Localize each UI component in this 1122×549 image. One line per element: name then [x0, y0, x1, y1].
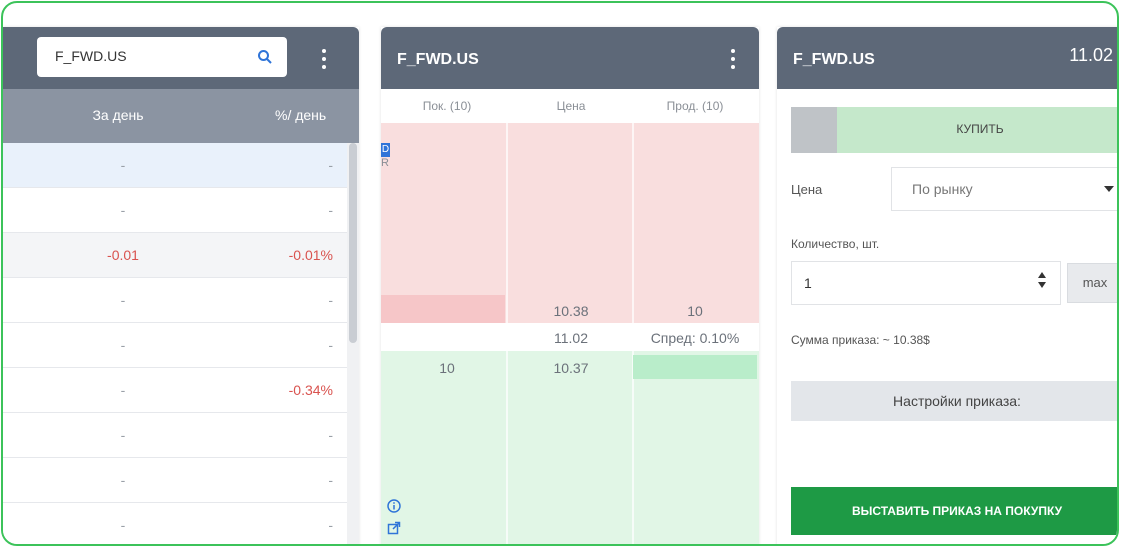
col-sell: Прод. (10) — [666, 99, 724, 113]
spread-text: Спред: 0.10% — [650, 330, 740, 346]
row-pct: - — [328, 337, 333, 353]
table-row[interactable]: - - — [3, 413, 347, 458]
row-change: - — [120, 337, 126, 353]
row-change: - — [120, 517, 126, 533]
table-row[interactable]: - - — [3, 188, 347, 233]
orderbook-menu-icon[interactable] — [731, 49, 735, 69]
orderbook-body: D R 10.38 10 11.02 Спред: 0.10% 10 10.37 — [381, 123, 759, 544]
ask-price[interactable]: 10.38 — [509, 303, 633, 319]
row-change: - — [120, 427, 126, 443]
bid-zone — [381, 351, 759, 544]
orderbook-column-headers: Пок. (10) Цена Прод. (10) — [381, 89, 759, 123]
info-icon[interactable] — [387, 499, 401, 513]
row-change: - — [120, 202, 126, 218]
table-row[interactable]: - -0.34% — [3, 368, 347, 413]
table-row[interactable]: - - — [3, 503, 347, 544]
order-settings-button[interactable]: Настройки приказа: — [791, 381, 1117, 421]
row-change: - — [120, 157, 126, 173]
col-buy: Пок. (10) — [422, 99, 472, 113]
watchlist-menu-icon[interactable] — [322, 49, 326, 69]
table-row[interactable]: - - — [3, 323, 347, 368]
buy-side-label: КУПИТЬ — [956, 122, 1004, 136]
table-row[interactable]: - - — [3, 278, 347, 323]
app-frame: F_FWD.US За день %/ день - - - - -0.01 -… — [1, 1, 1119, 546]
last-price: 11.02 — [1069, 45, 1113, 65]
order-form-panel: F_FWD.US 11.02 КУПИТЬ Цена По рынку Коли… — [777, 27, 1117, 544]
row-pct: - — [328, 157, 333, 173]
row-change: -0.01 — [107, 247, 139, 263]
external-link-icon[interactable] — [387, 521, 401, 535]
chevron-down-icon — [1104, 186, 1114, 192]
marker-r: R — [381, 157, 389, 169]
marker-d: D — [381, 143, 390, 157]
watchlist-scrollbar[interactable] — [347, 143, 359, 544]
watchlist-panel: F_FWD.US За день %/ день - - - - -0.01 -… — [3, 27, 359, 544]
orderbook-panel: F_FWD.US Пок. (10) Цена Прод. (10) D R 1… — [381, 27, 759, 544]
ask-qty[interactable]: 10 — [633, 303, 757, 319]
bid-qty[interactable]: 10 — [385, 360, 509, 376]
row-pct: - — [328, 292, 333, 308]
buy-side-toggle[interactable]: КУПИТЬ — [791, 107, 1117, 153]
ask-volume-bar — [381, 295, 505, 323]
col-day-change[interactable]: За день — [73, 107, 163, 123]
orderbook-header: F_FWD.US — [381, 27, 759, 89]
quantity-stepper[interactable]: 1 — [791, 261, 1061, 305]
bid-price[interactable]: 10.37 — [509, 360, 633, 376]
row-change: - — [120, 472, 126, 488]
sell-side-segment[interactable] — [791, 107, 837, 153]
row-pct: - — [328, 427, 333, 443]
price-label: Цена — [791, 182, 823, 197]
price-type-value: По рынку — [912, 181, 973, 197]
scrollbar-thumb[interactable] — [349, 143, 357, 343]
qty-label: Количество, шт. — [791, 237, 880, 251]
price-type-select[interactable]: По рынку — [891, 167, 1117, 211]
watchlist-column-headers: За день %/ день — [3, 89, 359, 143]
dr-markers: D R — [381, 143, 390, 169]
watchlist-rows: - - - - -0.01 -0.01% - - - - - -0.34% - … — [3, 143, 347, 544]
row-pct: -0.01% — [288, 247, 333, 263]
order-form-title: F_FWD.US — [793, 51, 875, 68]
search-input[interactable]: F_FWD.US — [37, 37, 287, 77]
bid-volume-bar — [633, 355, 757, 379]
col-day-change-pct[interactable]: %/ день — [275, 107, 326, 123]
stepper-arrows-icon[interactable] — [1038, 272, 1046, 294]
table-row[interactable]: - - — [3, 458, 347, 503]
ask-zone — [381, 123, 759, 323]
row-pct: - — [328, 517, 333, 533]
search-icon[interactable] — [257, 49, 273, 65]
column-divider — [506, 123, 508, 544]
row-pct: -0.34% — [288, 382, 333, 398]
col-price: Цена — [556, 99, 586, 113]
order-form-header: F_FWD.US 11.02 — [777, 27, 1117, 89]
row-pct: - — [328, 472, 333, 488]
order-sum: Сумма приказа: ~ 10.38$ — [791, 333, 930, 347]
max-button[interactable]: max — [1067, 263, 1117, 303]
qty-value: 1 — [804, 275, 812, 291]
mid-price: 11.02 — [554, 330, 588, 346]
submit-buy-order-button[interactable]: ВЫСТАВИТЬ ПРИКАЗ НА ПОКУПКУ — [791, 487, 1117, 535]
table-row[interactable]: -0.01 -0.01% — [3, 233, 347, 278]
table-row[interactable]: - - — [3, 143, 347, 188]
watchlist-header: F_FWD.US — [3, 27, 359, 89]
row-change: - — [120, 382, 126, 398]
search-value: F_FWD.US — [55, 48, 127, 64]
row-pct: - — [328, 202, 333, 218]
row-change: - — [120, 292, 126, 308]
orderbook-title: F_FWD.US — [397, 51, 479, 68]
